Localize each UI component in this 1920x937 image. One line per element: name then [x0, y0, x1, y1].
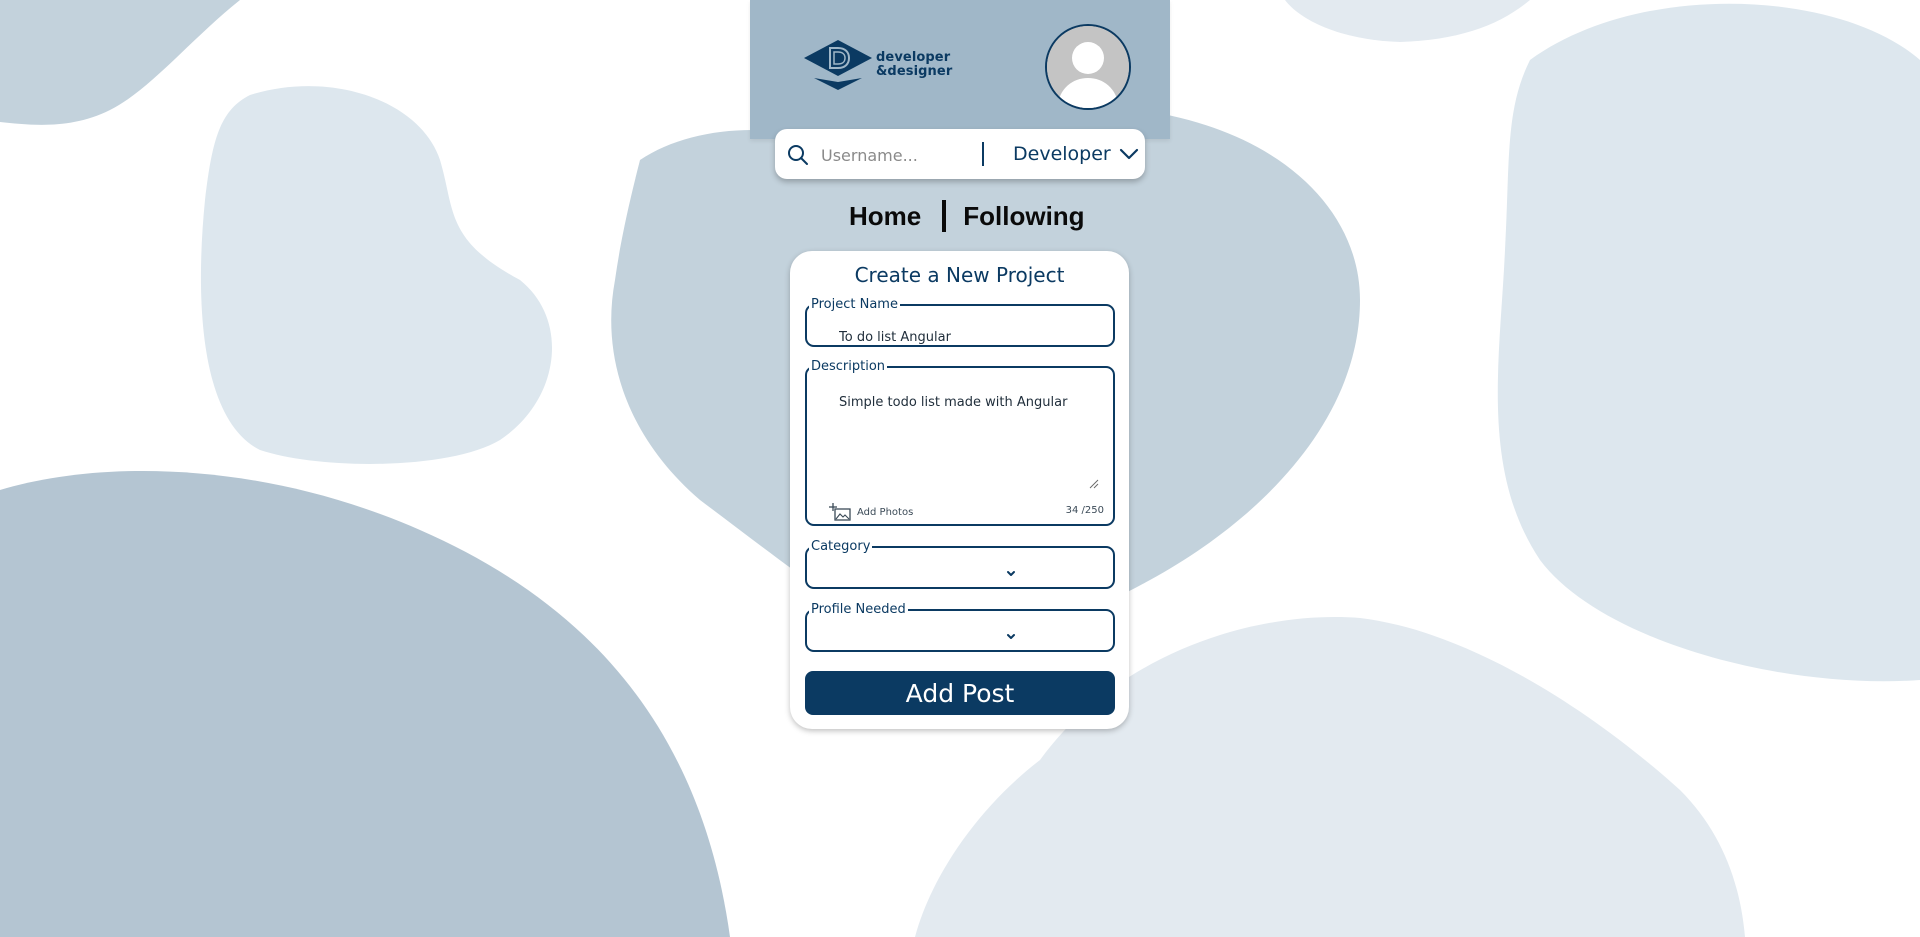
add-image-icon: [829, 503, 851, 521]
char-count: 34 /250: [1065, 505, 1104, 516]
card-title: Create a New Project: [854, 263, 1065, 287]
chevron-down-icon[interactable]: [1005, 570, 1017, 578]
main-nav: Home Following: [849, 196, 1085, 236]
top-header: developer &designer: [750, 0, 1170, 139]
project-name-field: Project Name: [805, 298, 1115, 347]
nav-separator: [942, 200, 947, 232]
blob-left-small: [200, 86, 553, 464]
brand-line-2: &designer: [876, 64, 953, 79]
user-avatar[interactable]: [1045, 24, 1131, 110]
chevron-down-icon[interactable]: [1005, 633, 1017, 641]
user-avatar-icon: [1047, 26, 1129, 108]
brand-logo[interactable]: developer &designer: [802, 38, 952, 92]
category-label: Category: [811, 539, 871, 554]
project-name-label: Project Name: [811, 297, 898, 312]
diamond-logo-icon: [804, 40, 872, 90]
role-select[interactable]: Developer: [1013, 141, 1139, 167]
search-icon[interactable]: [787, 144, 809, 166]
nav-home[interactable]: Home: [849, 201, 921, 232]
role-select-value: Developer: [1013, 143, 1111, 165]
add-photos-label: Add Photos: [857, 506, 914, 518]
profile-needed-label: Profile Needed: [811, 602, 906, 617]
brand-name: developer &designer: [876, 51, 952, 79]
profile-needed-field[interactable]: Profile Needed: [805, 603, 1115, 652]
blob-top-right-small: [1285, 0, 1530, 42]
add-photos-button[interactable]: Add Photos: [829, 502, 913, 522]
chevron-down-icon: [1119, 148, 1138, 160]
nav-following[interactable]: Following: [963, 201, 1084, 232]
create-project-card: Create a New Project Project Name Descri…: [790, 251, 1129, 729]
blob-bottom-left: [0, 470, 730, 937]
category-field[interactable]: Category: [805, 540, 1115, 589]
resize-grip-icon[interactable]: [1089, 479, 1099, 489]
description-textarea[interactable]: Simple todo list made with Angular: [837, 390, 1099, 491]
blob-top-left: [0, 0, 240, 125]
username-search-input[interactable]: [819, 141, 973, 169]
brand-line-1: developer: [876, 50, 951, 65]
description-label: Description: [811, 359, 886, 374]
project-name-input[interactable]: [837, 329, 1101, 346]
blob-right: [1497, 3, 1920, 682]
description-field: Description Simple todo list made with A…: [805, 360, 1115, 526]
search-bar: Developer: [775, 129, 1145, 179]
add-post-button[interactable]: Add Post: [805, 671, 1115, 715]
search-divider: [982, 142, 984, 166]
